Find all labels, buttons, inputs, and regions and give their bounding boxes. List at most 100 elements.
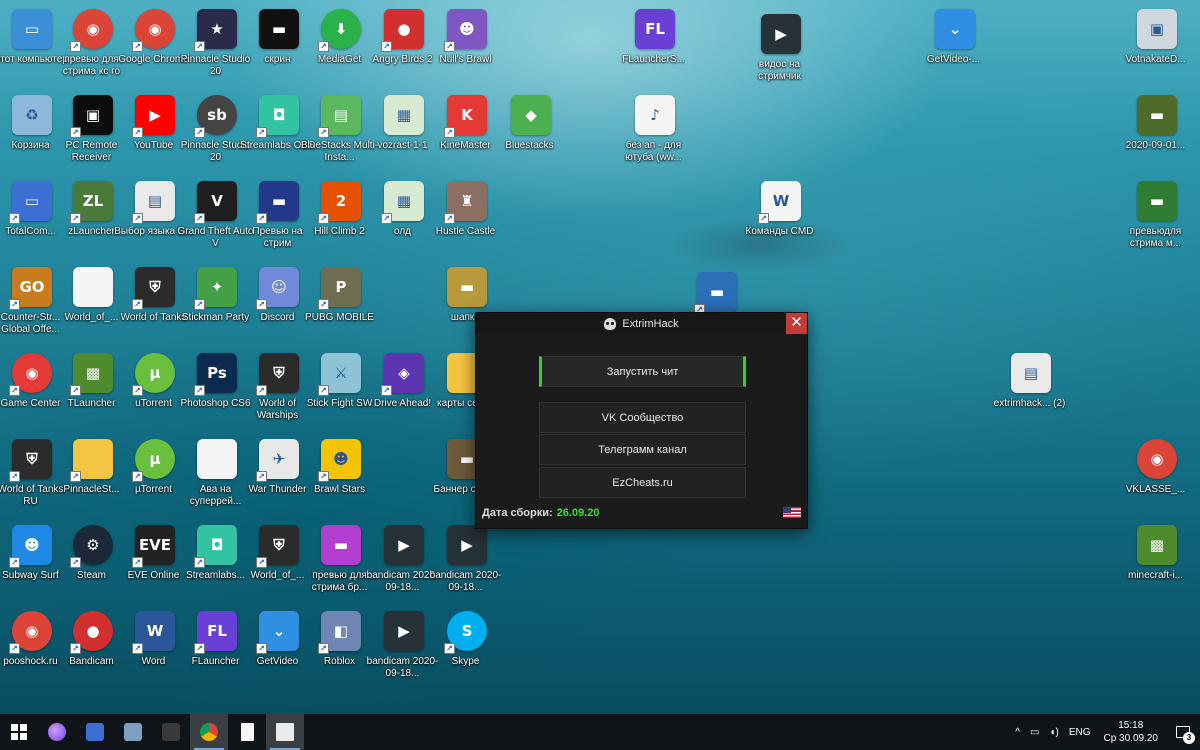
shortcut-arrow-icon: ↗ xyxy=(132,557,143,568)
window-icon: ▤ xyxy=(1011,353,1051,393)
build-label: Дата сборки: xyxy=(482,507,553,519)
mediaget-icon: ⬇ ↗ xyxy=(318,9,361,52)
shortcut-arrow-icon: ↗ xyxy=(132,41,143,52)
notification-count: 3 xyxy=(1183,732,1195,744)
desktop-icon[interactable]: ▩ minecraft-i... xyxy=(1120,521,1194,601)
desktop-icon[interactable]: ▶ видос на стримчик xyxy=(744,10,818,90)
vk-community-button[interactable]: VK Сообщество xyxy=(539,402,746,433)
start-button[interactable] xyxy=(0,714,38,750)
hack-titlebar[interactable]: ExtrimHack ✕ xyxy=(476,313,807,334)
ezcheats-site-button[interactable]: EzCheats.ru xyxy=(539,467,746,498)
youtube-icon: ▶ ↗ xyxy=(132,95,175,138)
taskbar-network[interactable] xyxy=(114,714,152,750)
alice-button[interactable] xyxy=(38,714,76,750)
shortcut-arrow-icon: ↗ xyxy=(194,127,205,138)
desktop-icon[interactable]: P ↗ PUBG MOBILE xyxy=(304,263,378,343)
desktop-icon[interactable]: ▶ bandicam 2020-09-18... xyxy=(430,521,504,601)
spreadsheet-icon: ▦ xyxy=(384,95,424,135)
shortcut-arrow-icon: ↗ xyxy=(256,299,267,310)
launch-cheat-button[interactable]: Запустить чит xyxy=(539,356,746,387)
desktop-icon[interactable]: FL FLauncherS... xyxy=(618,5,692,85)
desktop-icon-label: bandicam 2020-09-18... xyxy=(429,570,502,593)
taskbar-chrome[interactable] xyxy=(190,714,228,750)
image-icon: ▬ ↗ xyxy=(256,181,299,224)
desktop-icon-label: Bluestacks xyxy=(505,140,554,151)
floppy-icon: ▭ ↗ xyxy=(9,181,52,224)
shortcut-arrow-icon: ↗ xyxy=(132,471,143,482)
desktop-icon[interactable]: ▬ превьюдля стрима м... xyxy=(1120,177,1194,257)
shortcut-arrow-icon: ↗ xyxy=(132,643,143,654)
desktop-icon[interactable]: ◉ VKLASSE_... xyxy=(1120,435,1194,515)
hustle-castle-icon: ♜ ↗ xyxy=(444,181,487,224)
desktop-icon[interactable]: S ↗ Skype xyxy=(430,607,504,687)
desktop-icon-label: PUBG MOBILE xyxy=(305,312,374,323)
taskbar-totalcmd[interactable] xyxy=(76,714,114,750)
desktop-icon-label: FLauncherS... xyxy=(622,54,685,65)
taskbar-extrimhack[interactable] xyxy=(266,714,304,750)
shortcut-arrow-icon: ↗ xyxy=(9,471,20,482)
alice-icon xyxy=(48,723,66,741)
shortcut-arrow-icon: ↗ xyxy=(444,643,455,654)
brawl-stars-icon: ☻ ↗ xyxy=(318,439,361,482)
tray-chevron-icon[interactable]: ^ xyxy=(1010,727,1025,738)
desktop-icon[interactable]: ♜ ↗ Hustle Castle xyxy=(430,177,504,257)
desktop-icon[interactable]: W ↗ Команды CMD xyxy=(744,177,818,257)
shortcut-arrow-icon: ↗ xyxy=(256,213,267,224)
desktop-icon[interactable]: K ↗ KineMaster xyxy=(430,91,504,171)
window-icon xyxy=(276,723,294,741)
pinnacle-icon: ★ ↗ xyxy=(194,9,237,52)
network-icon[interactable]: ▭ xyxy=(1025,727,1044,738)
recycle-bin-icon: ♻ xyxy=(12,95,52,135)
taskbar-wot[interactable] xyxy=(152,714,190,750)
build-info: Дата сборки: 26.09.20 xyxy=(482,507,599,519)
image-icon: ▬ xyxy=(447,267,487,307)
desktop-icon[interactable]: ☻ ↗ Null's Brawl xyxy=(430,5,504,85)
desktop-icon[interactable]: ▬ 2020-09-01... xyxy=(1120,91,1194,171)
language-indicator[interactable]: ENG xyxy=(1064,727,1096,738)
eve-icon: EVE ↗ xyxy=(132,525,175,568)
video-icon: ▶ xyxy=(761,14,801,54)
telegram-channel-button[interactable]: Телеграмм канал xyxy=(539,434,746,465)
desktop-icon-label: без ап - для ютуба (ww... xyxy=(625,140,682,163)
shortcut-arrow-icon: ↗ xyxy=(318,127,329,138)
desktop-icon[interactable]: ♪ без ап - для ютуба (ww... xyxy=(618,91,692,171)
us-flag-icon[interactable] xyxy=(783,507,801,518)
desktop-icon-label: Команды CMD xyxy=(745,226,814,237)
minecraft-icon: ▩ xyxy=(1137,525,1177,565)
stick-fight-icon: ⚔ ↗ xyxy=(318,353,361,396)
shortcut-arrow-icon: ↗ xyxy=(194,299,205,310)
roblox-icon: ◧ ↗ xyxy=(318,611,361,654)
pinnacle-sb-icon: sb ↗ xyxy=(194,95,237,138)
wot-icon: ⛨ ↗ xyxy=(256,525,299,568)
system-tray: ^ ▭ ◖) ENG 15:18 Ср 30.09.20 3 xyxy=(1010,714,1200,750)
shortcut-arrow-icon: ↗ xyxy=(444,127,455,138)
clock[interactable]: 15:18 Ср 30.09.20 xyxy=(1096,719,1167,745)
desktop-icon[interactable]: ⌄ GetVideo-... xyxy=(918,5,992,85)
video-icon: ▶ xyxy=(384,611,424,651)
shortcut-arrow-icon: ↗ xyxy=(70,557,81,568)
flauncher-icon: FL ↗ xyxy=(194,611,237,654)
angry-birds-icon: ● ↗ xyxy=(381,9,424,52)
image-icon: ▬ xyxy=(1137,181,1177,221)
desktop-icon[interactable]: ◆ Bluestacks xyxy=(494,91,568,171)
shortcut-arrow-icon: ↗ xyxy=(9,557,20,568)
file-icon xyxy=(240,723,254,741)
photoshop-icon: Ps ↗ xyxy=(194,353,237,396)
clock-time: 15:18 xyxy=(1118,720,1144,731)
desktop-icon[interactable]: ▣ VotnakateD... xyxy=(1120,5,1194,85)
kinemaster-icon: K ↗ xyxy=(444,95,487,138)
notification-center-button[interactable]: 3 xyxy=(1166,714,1200,750)
close-button[interactable]: ✕ xyxy=(786,313,807,334)
chrome-icon: ◉ ↗ xyxy=(132,9,175,52)
floppy-icon xyxy=(86,723,104,741)
desktop-icon[interactable]: ☻ ↗ Brawl Stars xyxy=(304,435,378,515)
volume-icon[interactable]: ◖) xyxy=(1044,727,1063,738)
shortcut-arrow-icon: ↗ xyxy=(9,213,20,224)
war-thunder-icon: ✈ ↗ xyxy=(256,439,299,482)
desktop-icon[interactable]: ▤ extrimhack... (2) xyxy=(994,349,1068,429)
shortcut-arrow-icon: ↗ xyxy=(132,127,143,138)
shortcut-arrow-icon: ↗ xyxy=(194,213,205,224)
flauncher-icon: FL xyxy=(635,9,675,49)
taskbar-file[interactable] xyxy=(228,714,266,750)
shortcut-arrow-icon: ↗ xyxy=(9,299,20,310)
